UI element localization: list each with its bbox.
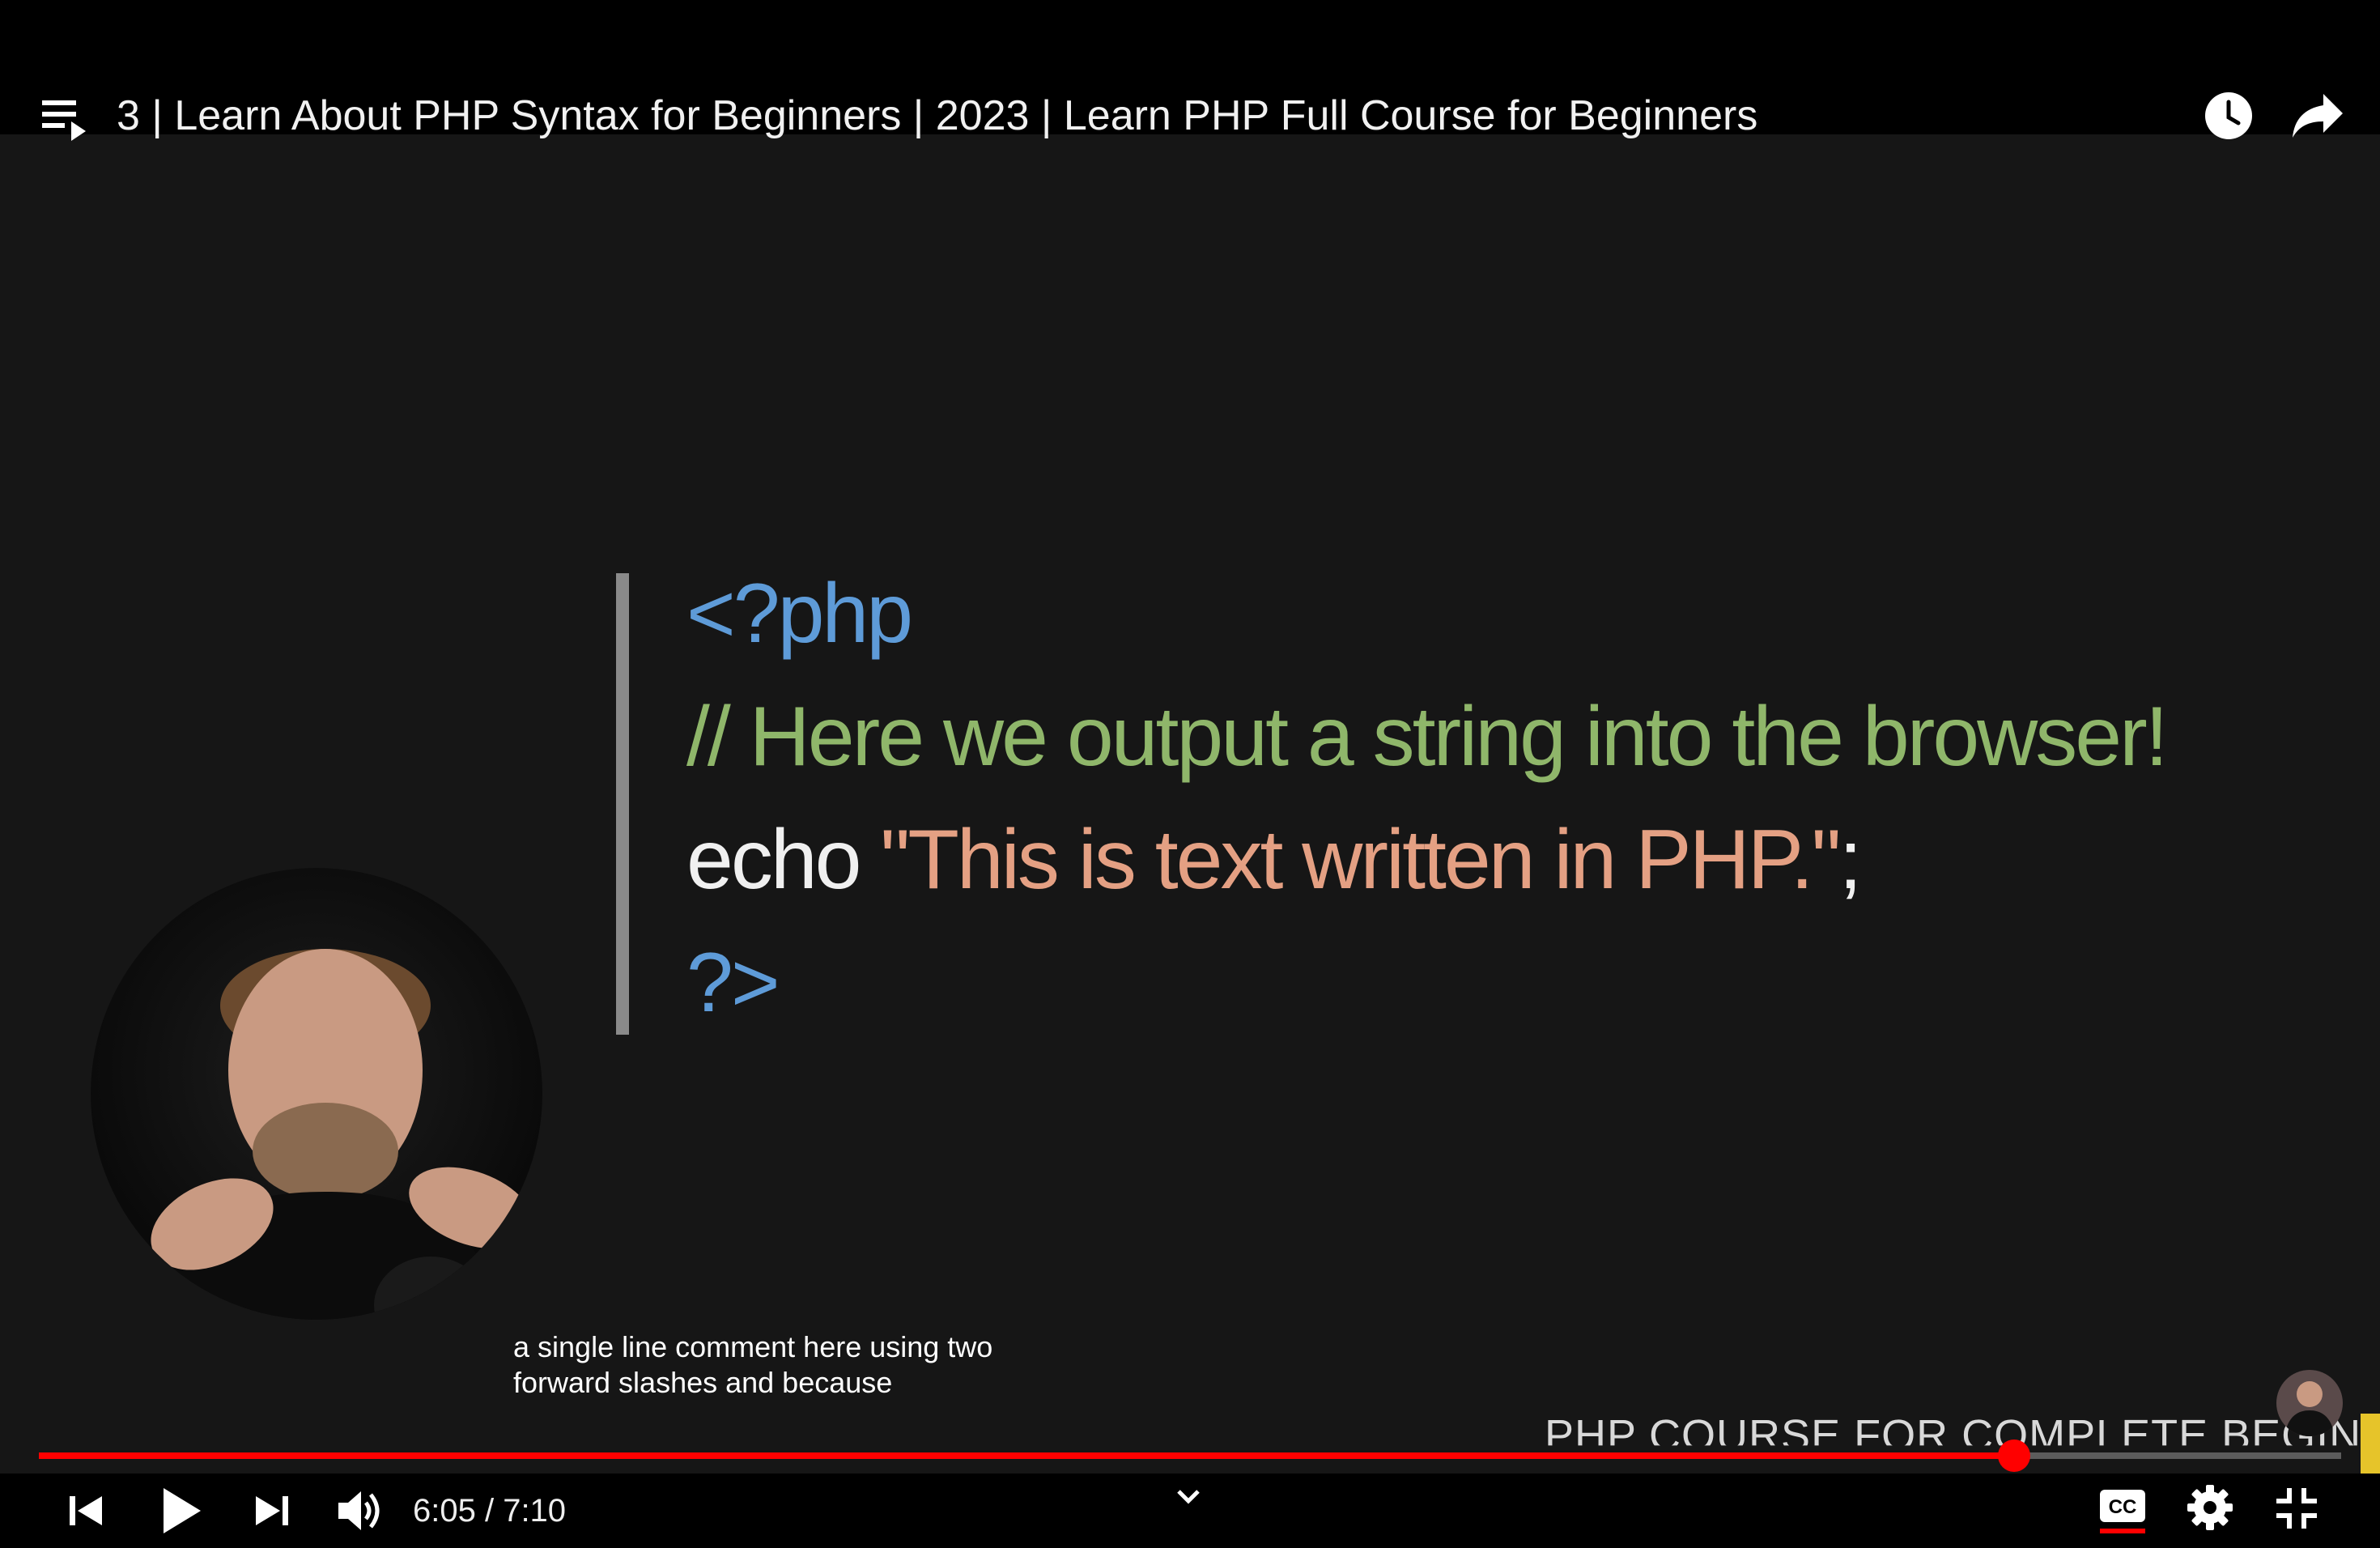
skip-previous-icon[interactable] (66, 1491, 105, 1530)
code-line-echo: echo "This is text written in PHP."; (686, 811, 1863, 908)
progress-bar[interactable] (39, 1440, 2341, 1472)
subtitle-caption: a single line comment here using two for… (513, 1329, 992, 1401)
cc-icon[interactable]: CC (2097, 1485, 2148, 1535)
chevron-down-icon[interactable] (1172, 1485, 1205, 1509)
clock-icon[interactable] (2204, 91, 2254, 141)
lower-third-accent (2361, 1414, 2380, 1474)
code-block-rule (616, 573, 629, 1035)
presenter-video-bubble (91, 868, 542, 1320)
presenter-illustration (147, 949, 533, 1320)
playlist-icon[interactable] (42, 96, 89, 144)
control-bar: 6:05 / 7:10 CC (0, 1474, 2380, 1548)
code-semicolon: ; (1838, 813, 1863, 907)
top-bar: 3 | Learn About PHP Syntax for Beginners… (0, 0, 2380, 141)
caption-line-1: a single line comment here using two (513, 1330, 993, 1363)
play-icon[interactable] (159, 1485, 204, 1537)
video-player[interactable]: 3 | Learn About PHP Syntax for Beginners… (0, 0, 2380, 1548)
exit-fullscreen-icon[interactable] (2273, 1485, 2320, 1532)
caption-line-2: forward slashes and because (513, 1366, 893, 1399)
code-line-comment: // Here we output a string into the brow… (686, 690, 2169, 784)
svg-text:CC: CC (2109, 1496, 2137, 1518)
code-string: "This is text written in PHP." (880, 813, 1841, 907)
share-icon[interactable] (2291, 92, 2344, 139)
code-line-php-open: <?php (686, 567, 913, 661)
avatar-illustration (2284, 1381, 2335, 1436)
video-title[interactable]: 3 | Learn About PHP Syntax for Beginners… (117, 87, 1757, 144)
volume-icon[interactable] (335, 1488, 384, 1533)
gear-icon[interactable] (2186, 1483, 2234, 1532)
skip-next-icon[interactable] (253, 1491, 291, 1530)
time-display: 6:05 / 7:10 (413, 1493, 567, 1529)
progress-played (39, 1452, 2014, 1459)
scrubber-handle[interactable] (1997, 1440, 2030, 1472)
code-line-php-close: ?> (686, 936, 780, 1030)
code-keyword: echo (686, 813, 881, 907)
channel-avatar[interactable] (2276, 1370, 2343, 1436)
